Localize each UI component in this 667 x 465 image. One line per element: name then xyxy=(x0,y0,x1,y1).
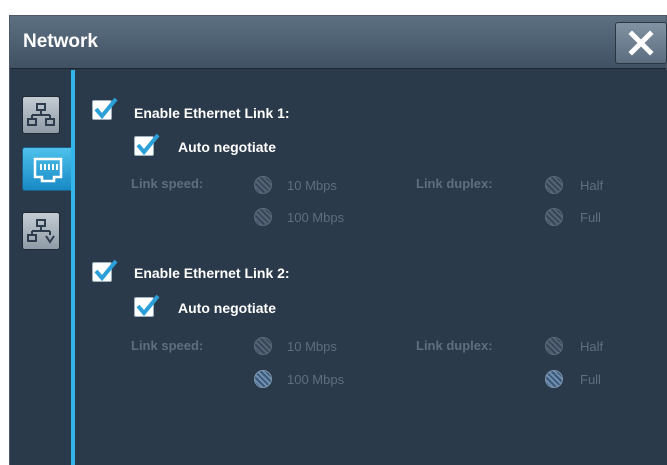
checkmark-icon xyxy=(94,259,118,282)
ethernet-port-icon xyxy=(33,157,62,183)
auto-negotiate-2-checkbox[interactable] xyxy=(134,294,160,317)
sidebar xyxy=(10,70,72,465)
speed-1-100mbps-label: 100 Mbps xyxy=(287,210,345,225)
speed-1-100mbps-radio[interactable] xyxy=(254,208,272,226)
tab-network-topology[interactable] xyxy=(22,96,60,134)
close-button[interactable] xyxy=(615,22,667,64)
auto-negotiate-1-checkbox[interactable] xyxy=(134,133,160,156)
title-bar: Network xyxy=(10,16,667,69)
duplex-1-half-radio[interactable] xyxy=(545,176,563,194)
speed-1-10mbps-label: 10 Mbps xyxy=(287,178,337,193)
tab-ethernet[interactable] xyxy=(22,147,72,191)
link-speed-2-label: Link speed: xyxy=(131,338,204,353)
link-duplex-1-label: Link duplex: xyxy=(416,176,493,191)
dialog-title: Network xyxy=(23,31,98,52)
duplex-2-full-label: Full xyxy=(580,372,601,387)
speed-2-100mbps-label: 100 Mbps xyxy=(287,372,345,387)
auto-negotiate-2-label: Auto negotiate xyxy=(178,300,276,316)
duplex-2-full-radio[interactable] xyxy=(545,370,563,388)
enable-link-2-checkbox[interactable] xyxy=(92,259,118,282)
speed-1-10mbps-radio[interactable] xyxy=(254,176,272,194)
enable-link-2-label: Enable Ethernet Link 2: xyxy=(134,265,290,281)
enable-link-1-label: Enable Ethernet Link 1: xyxy=(134,105,290,121)
checkmark-icon xyxy=(136,133,160,156)
auto-negotiate-1-label: Auto negotiate xyxy=(178,139,276,155)
speed-2-10mbps-radio[interactable] xyxy=(254,337,272,355)
duplex-2-half-label: Half xyxy=(580,339,604,354)
link-speed-1-label: Link speed: xyxy=(131,176,204,191)
duplex-1-half-label: Half xyxy=(580,178,604,193)
duplex-1-full-label: Full xyxy=(580,210,601,225)
checkmark-icon xyxy=(136,294,160,317)
speed-2-10mbps-label: 10 Mbps xyxy=(287,339,337,354)
network-dialog: Network Enable Ethernet Link 1: Auto neg… xyxy=(9,15,667,465)
ethernet-settings-panel: Enable Ethernet Link 1: Auto negotiate L… xyxy=(75,70,667,465)
network-tree-icon xyxy=(27,219,55,244)
tab-network-tree[interactable] xyxy=(22,212,60,250)
duplex-1-full-radio[interactable] xyxy=(545,208,563,226)
duplex-2-half-radio[interactable] xyxy=(545,337,563,355)
enable-link-1-checkbox[interactable] xyxy=(92,97,118,120)
checkmark-icon xyxy=(94,97,118,120)
link-duplex-2-label: Link duplex: xyxy=(416,338,493,353)
close-icon xyxy=(628,30,654,56)
speed-2-100mbps-radio[interactable] xyxy=(254,370,272,388)
network-topology-icon xyxy=(27,103,55,126)
